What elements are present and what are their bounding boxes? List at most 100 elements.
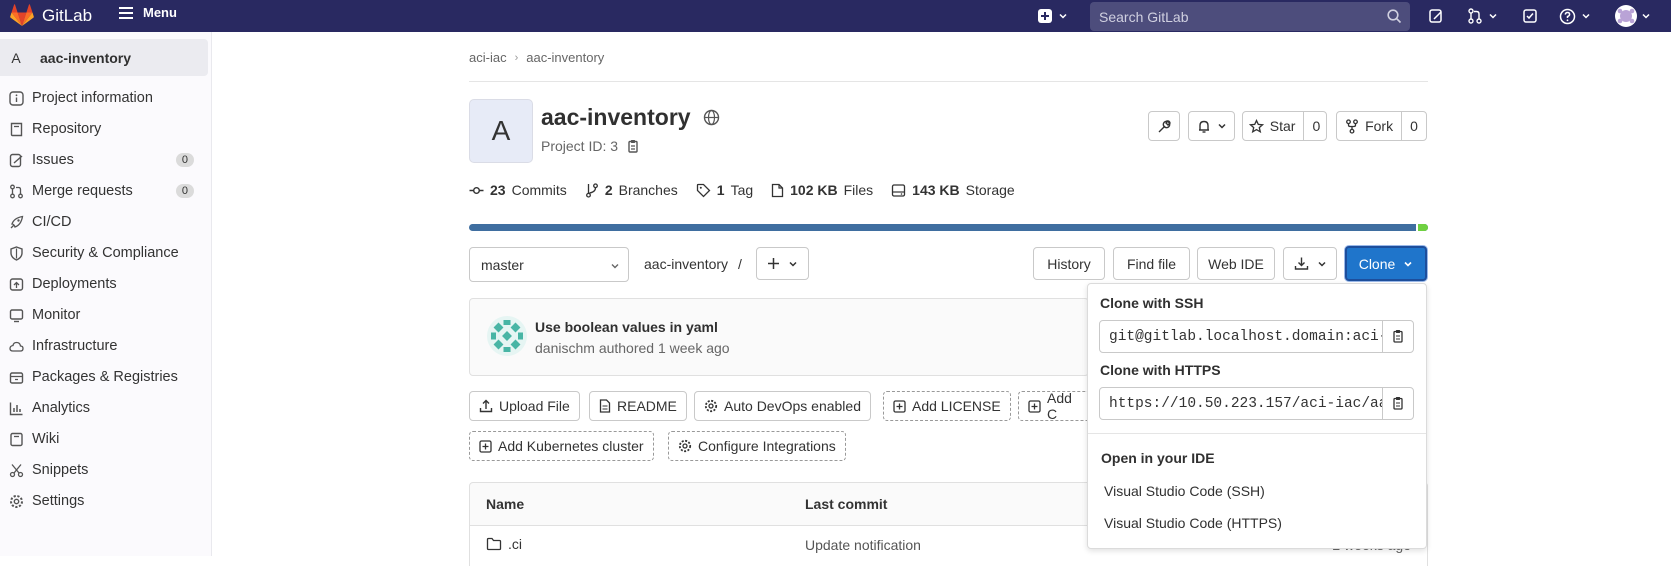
file-name-cell[interactable]: .ci	[486, 536, 522, 552]
gitlab-home-link[interactable]: GitLab	[10, 4, 92, 27]
sidebar-item-merge-requests[interactable]: Merge requests 0	[0, 176, 208, 206]
plus-square-icon	[479, 439, 492, 453]
sidebar-item-packages-registries[interactable]: Packages & Registries	[0, 362, 208, 392]
user-avatar[interactable]	[1615, 5, 1637, 27]
configure-integrations-button[interactable]: Configure Integrations	[668, 431, 846, 461]
merge-requests-count-badge: 0	[175, 184, 194, 198]
header-divider	[469, 81, 1428, 82]
gitlab-logo-icon	[10, 4, 34, 27]
commit-message[interactable]: Use boolean values in yaml	[535, 319, 718, 335]
add-changelog-button[interactable]: Add C	[1018, 391, 1088, 421]
star-label: Star	[1269, 118, 1296, 134]
issues-count-badge: 0	[175, 153, 194, 167]
sidebar-item-issues[interactable]: Issues 0	[0, 145, 208, 175]
fork-button[interactable]: Fork 0	[1336, 111, 1427, 141]
add-kubernetes-label: Add Kubernetes cluster	[498, 438, 644, 454]
chevron-down-icon[interactable]	[1488, 11, 1498, 21]
breadcrumb-project-link[interactable]: aac-inventory	[526, 50, 604, 65]
download-button[interactable]	[1283, 247, 1337, 280]
history-button[interactable]: History	[1033, 247, 1105, 280]
branch-selector[interactable]: master	[469, 247, 629, 282]
sidebar-item-wiki[interactable]: Wiki	[0, 424, 208, 454]
sidebar-item-label: CI/CD	[32, 214, 72, 230]
add-to-tree-button[interactable]	[756, 247, 809, 280]
fork-count[interactable]: 0	[1401, 112, 1426, 140]
copy-ssh-url-button[interactable]	[1382, 320, 1414, 353]
add-license-button[interactable]: Add LICENSE	[883, 391, 1011, 421]
sidebar-item-infrastructure[interactable]: Infrastructure	[0, 331, 208, 361]
auto-devops-button[interactable]: Auto DevOps enabled	[694, 391, 871, 421]
chevron-down-icon[interactable]	[1581, 11, 1591, 21]
branches-label: Branches	[618, 182, 678, 198]
sidebar-item-snippets[interactable]: Snippets	[0, 455, 208, 485]
tags-stat[interactable]: 1 Tag	[696, 182, 753, 198]
path-root-link[interactable]: aac-inventory	[644, 256, 728, 272]
open-vscode-https-link[interactable]: Visual Studio Code (HTTPS)	[1104, 515, 1282, 531]
gear-icon	[8, 493, 24, 509]
sidebar-item-label: Infrastructure	[32, 338, 118, 354]
sidebar-item-security-compliance[interactable]: Security & Compliance	[0, 238, 208, 268]
project-settings-button[interactable]	[1148, 111, 1180, 141]
sidebar-item-ci-cd[interactable]: CI/CD	[0, 207, 208, 237]
branches-stat[interactable]: 2 Branches	[585, 182, 678, 198]
ssh-url-input[interactable]: git@gitlab.localhost.domain:aci-iac/aac-…	[1099, 320, 1383, 353]
open-vscode-ssh-link[interactable]: Visual Studio Code (SSH)	[1104, 483, 1265, 499]
chevron-down-icon[interactable]	[1058, 11, 1068, 21]
rocket-icon	[8, 214, 24, 230]
storage-stat[interactable]: 143 KB Storage	[891, 182, 1015, 198]
commits-stat[interactable]: 23 Commits	[469, 182, 567, 198]
file-last-commit[interactable]: Update notification	[805, 537, 921, 553]
sidebar-item-monitor[interactable]: Monitor	[0, 300, 208, 330]
star-button[interactable]: Star 0	[1242, 111, 1327, 141]
branch-name: master	[481, 256, 524, 273]
languages-bar-segment-secondary[interactable]	[1418, 224, 1428, 231]
add-kubernetes-cluster-button[interactable]: Add Kubernetes cluster	[469, 431, 654, 461]
author-avatar[interactable]	[487, 316, 527, 356]
info-icon	[8, 90, 24, 106]
chart-icon	[8, 400, 24, 416]
monitor-icon	[8, 307, 24, 323]
sidebar-project-link[interactable]: A aac-inventory	[0, 39, 208, 76]
upload-file-button[interactable]: Upload File	[469, 391, 580, 421]
sidebar-item-label: Settings	[32, 493, 85, 509]
issues-icon	[8, 152, 24, 168]
find-file-label: Find file	[1126, 255, 1177, 272]
tags-count: 1	[716, 182, 725, 198]
todo-icon[interactable]	[1521, 7, 1539, 25]
merge-request-icon[interactable]	[1466, 7, 1484, 25]
issues-icon[interactable]	[1427, 7, 1445, 25]
menu-button[interactable]: Menu	[118, 5, 177, 20]
sidebar-item-analytics[interactable]: Analytics	[0, 393, 208, 423]
dropdown-divider	[1088, 433, 1426, 434]
readme-label: README	[617, 398, 677, 414]
star-count[interactable]: 0	[1303, 112, 1328, 140]
commit-author[interactable]: danischm	[535, 340, 595, 356]
breadcrumb-group-link[interactable]: aci-iac	[469, 50, 507, 65]
project-id: Project ID: 3	[541, 138, 640, 154]
help-icon[interactable]	[1558, 7, 1576, 25]
chevron-down-icon[interactable]	[1641, 11, 1651, 21]
clone-button[interactable]: Clone	[1345, 246, 1427, 281]
sidebar-item-project-information[interactable]: Project information	[0, 83, 208, 113]
readme-button[interactable]: README	[589, 391, 687, 421]
search-input[interactable]: Search GitLab	[1090, 2, 1410, 31]
notification-button[interactable]	[1188, 111, 1235, 141]
copy-icon[interactable]	[626, 139, 640, 154]
commit-meta: danischm authored 1 week ago	[535, 340, 730, 356]
sidebar-item-label: Packages & Registries	[32, 369, 178, 385]
folder-icon	[486, 537, 502, 551]
copy-https-url-button[interactable]	[1382, 387, 1414, 420]
sidebar-item-deployments[interactable]: Deployments	[0, 269, 208, 299]
sidebar-item-repository[interactable]: Repository	[0, 114, 208, 144]
repository-languages-bar[interactable]	[469, 224, 1428, 231]
web-ide-button[interactable]: Web IDE	[1197, 247, 1275, 280]
project-stats: 23 Commits 2 Branches 1 Tag 102 KB Files…	[469, 182, 1033, 198]
add-changelog-label: Add C	[1047, 391, 1072, 421]
plus-square-icon	[1028, 399, 1041, 413]
new-item-icon[interactable]	[1036, 7, 1054, 25]
clone-ssh-title: Clone with SSH	[1100, 295, 1204, 311]
find-file-button[interactable]: Find file	[1113, 247, 1190, 280]
https-url-input[interactable]: https://10.50.223.157/aci-iac/aac-invent…	[1099, 387, 1383, 420]
sidebar-item-settings[interactable]: Settings	[0, 486, 208, 516]
files-stat[interactable]: 102 KB Files	[771, 182, 873, 198]
